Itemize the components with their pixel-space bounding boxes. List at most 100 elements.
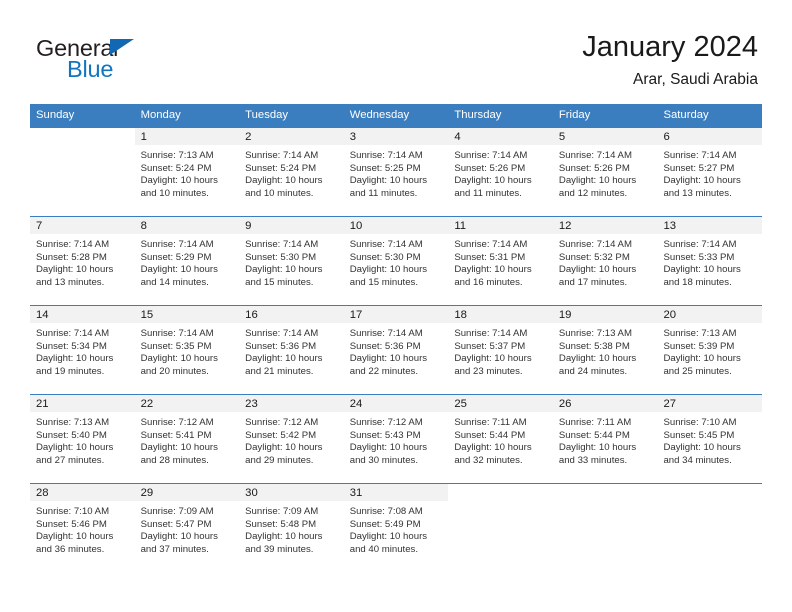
day-cell[interactable]: 21 Sunrise: 7:13 AM Sunset: 5:40 PM Dayl… bbox=[30, 395, 135, 483]
day-cell[interactable]: 26 Sunrise: 7:11 AM Sunset: 5:44 PM Dayl… bbox=[552, 395, 658, 483]
day-number: 10 bbox=[343, 217, 449, 234]
sunset-line: Sunset: 5:40 PM bbox=[36, 429, 107, 441]
day-cell[interactable]: 19 Sunrise: 7:13 AM Sunset: 5:38 PM Dayl… bbox=[552, 306, 658, 394]
daylight-line-cont: and 10 minutes. bbox=[140, 187, 209, 199]
day-cell[interactable]: 27 Sunrise: 7:10 AM Sunset: 5:45 PM Dayl… bbox=[657, 395, 763, 483]
sunrise-line: Sunrise: 7:08 AM bbox=[349, 506, 423, 517]
sunset-line: Sunset: 5:34 PM bbox=[36, 340, 107, 352]
daylight-line: Daylight: 10 hours bbox=[36, 353, 114, 365]
day-details: Sunrise: 7:08 AM Sunset: 5:49 PM Dayligh… bbox=[344, 501, 449, 556]
brand-logo[interactable]: General Blue bbox=[36, 36, 216, 86]
daylight-line-cont: and 22 minutes. bbox=[349, 365, 419, 377]
sunset-line: Sunset: 5:36 PM bbox=[245, 340, 317, 352]
day-cell[interactable]: 22 Sunrise: 7:12 AM Sunset: 5:41 PM Dayl… bbox=[134, 395, 240, 483]
daylight-line: Daylight: 10 hours bbox=[36, 531, 114, 543]
sunset-line: Sunset: 5:49 PM bbox=[349, 518, 421, 530]
day-cell[interactable]: 2 Sunrise: 7:14 AM Sunset: 5:24 PM Dayli… bbox=[239, 128, 344, 216]
day-cell[interactable]: 9 Sunrise: 7:14 AM Sunset: 5:30 PM Dayli… bbox=[239, 217, 344, 305]
daylight-line: Daylight: 10 hours bbox=[349, 353, 428, 365]
day-cell[interactable]: 18 Sunrise: 7:14 AM Sunset: 5:37 PM Dayl… bbox=[448, 306, 553, 394]
daylight-line: Daylight: 10 hours bbox=[245, 531, 323, 543]
sunrise-line: Sunrise: 7:13 AM bbox=[36, 417, 110, 428]
sunrise-line: Sunrise: 7:14 AM bbox=[454, 328, 528, 339]
daylight-line: Daylight: 10 hours bbox=[663, 264, 741, 276]
sunset-line: Sunset: 5:48 PM bbox=[245, 518, 317, 530]
day-cell[interactable]: 4 Sunrise: 7:14 AM Sunset: 5:26 PM Dayli… bbox=[448, 128, 553, 216]
day-cell[interactable]: 14 Sunrise: 7:14 AM Sunset: 5:34 PM Dayl… bbox=[30, 306, 135, 394]
daylight-line-cont: and 36 minutes. bbox=[36, 543, 105, 555]
daylight-line: Daylight: 10 hours bbox=[140, 531, 218, 543]
sunrise-line: Sunrise: 7:14 AM bbox=[558, 150, 632, 161]
daylight-line-cont: and 20 minutes. bbox=[140, 365, 209, 377]
sunset-line: Sunset: 5:41 PM bbox=[140, 429, 212, 441]
daylight-line-cont: and 17 minutes. bbox=[558, 276, 628, 288]
day-number: 6 bbox=[657, 128, 763, 145]
sunrise-line: Sunrise: 7:13 AM bbox=[558, 328, 632, 339]
daylight-line-cont: and 13 minutes. bbox=[36, 276, 105, 288]
day-cell[interactable]: 20 Sunrise: 7:13 AM Sunset: 5:39 PM Dayl… bbox=[657, 306, 763, 394]
day-cell[interactable]: 17 Sunrise: 7:14 AM Sunset: 5:36 PM Dayl… bbox=[343, 306, 449, 394]
day-cell[interactable]: 7 Sunrise: 7:14 AM Sunset: 5:28 PM Dayli… bbox=[30, 217, 135, 305]
day-cell[interactable]: 11 Sunrise: 7:14 AM Sunset: 5:31 PM Dayl… bbox=[448, 217, 553, 305]
day-number: 4 bbox=[448, 128, 553, 145]
daylight-line-cont: and 29 minutes. bbox=[245, 454, 314, 466]
sunset-line: Sunset: 5:45 PM bbox=[663, 429, 735, 441]
day-cell[interactable]: 25 Sunrise: 7:11 AM Sunset: 5:44 PM Dayl… bbox=[448, 395, 553, 483]
day-cell[interactable]: 8 Sunrise: 7:14 AM Sunset: 5:29 PM Dayli… bbox=[134, 217, 240, 305]
calendar-grid: Sunday Monday Tuesday Wednesday Thursday… bbox=[30, 104, 763, 572]
day-cell[interactable]: 3 Sunrise: 7:14 AM Sunset: 5:25 PM Dayli… bbox=[343, 128, 449, 216]
page-subtitle: Arar, Saudi Arabia bbox=[633, 71, 758, 88]
day-cell[interactable]: 13 Sunrise: 7:14 AM Sunset: 5:33 PM Dayl… bbox=[657, 217, 763, 305]
day-cell[interactable]: 12 Sunrise: 7:14 AM Sunset: 5:32 PM Dayl… bbox=[552, 217, 658, 305]
day-number bbox=[553, 484, 658, 501]
sunset-line: Sunset: 5:24 PM bbox=[245, 162, 317, 174]
sunset-line: Sunset: 5:28 PM bbox=[36, 251, 107, 263]
day-cell[interactable]: 28 Sunrise: 7:10 AM Sunset: 5:46 PM Dayl… bbox=[30, 484, 135, 572]
sunset-line: Sunset: 5:30 PM bbox=[245, 251, 317, 263]
day-cell[interactable]: 31 Sunrise: 7:08 AM Sunset: 5:49 PM Dayl… bbox=[343, 484, 449, 572]
day-details: Sunrise: 7:09 AM Sunset: 5:48 PM Dayligh… bbox=[239, 501, 344, 556]
daylight-line: Daylight: 10 hours bbox=[558, 264, 637, 276]
day-cell[interactable]: 24 Sunrise: 7:12 AM Sunset: 5:43 PM Dayl… bbox=[343, 395, 449, 483]
day-cell[interactable]: 15 Sunrise: 7:14 AM Sunset: 5:35 PM Dayl… bbox=[134, 306, 240, 394]
day-number: 19 bbox=[552, 306, 658, 323]
day-number: 14 bbox=[30, 306, 135, 323]
day-details: Sunrise: 7:14 AM Sunset: 5:26 PM Dayligh… bbox=[553, 145, 658, 200]
day-cell[interactable]: 16 Sunrise: 7:14 AM Sunset: 5:36 PM Dayl… bbox=[239, 306, 344, 394]
day-cell[interactable]: 29 Sunrise: 7:09 AM Sunset: 5:47 PM Dayl… bbox=[134, 484, 240, 572]
week-row: 7 Sunrise: 7:14 AM Sunset: 5:28 PM Dayli… bbox=[30, 216, 763, 305]
daylight-line: Daylight: 10 hours bbox=[558, 442, 637, 454]
day-details: Sunrise: 7:14 AM Sunset: 5:30 PM Dayligh… bbox=[344, 234, 449, 289]
day-cell[interactable]: 23 Sunrise: 7:12 AM Sunset: 5:42 PM Dayl… bbox=[239, 395, 344, 483]
blue-triangle-icon bbox=[110, 39, 134, 55]
sunset-line: Sunset: 5:47 PM bbox=[140, 518, 212, 530]
sunrise-line: Sunrise: 7:14 AM bbox=[245, 239, 319, 250]
day-cell[interactable]: 6 Sunrise: 7:14 AM Sunset: 5:27 PM Dayli… bbox=[657, 128, 763, 216]
day-details: Sunrise: 7:14 AM Sunset: 5:33 PM Dayligh… bbox=[657, 234, 762, 289]
day-number: 18 bbox=[448, 306, 553, 323]
weekday-header-wednesday: Wednesday bbox=[349, 109, 410, 121]
sunset-line: Sunset: 5:31 PM bbox=[454, 251, 526, 263]
day-number: 11 bbox=[448, 217, 553, 234]
sunrise-line: Sunrise: 7:14 AM bbox=[663, 150, 737, 161]
day-cell[interactable]: 30 Sunrise: 7:09 AM Sunset: 5:48 PM Dayl… bbox=[239, 484, 344, 572]
day-details: Sunrise: 7:14 AM Sunset: 5:36 PM Dayligh… bbox=[239, 323, 344, 378]
day-cell[interactable]: 1 Sunrise: 7:13 AM Sunset: 5:24 PM Dayli… bbox=[134, 128, 240, 216]
daylight-line: Daylight: 10 hours bbox=[454, 264, 532, 276]
day-number: 27 bbox=[657, 395, 763, 412]
daylight-line-cont: and 25 minutes. bbox=[663, 365, 732, 377]
day-number: 12 bbox=[552, 217, 658, 234]
weekday-header-row: Sunday Monday Tuesday Wednesday Thursday… bbox=[30, 104, 762, 127]
sunrise-line: Sunrise: 7:14 AM bbox=[36, 328, 110, 339]
daylight-line: Daylight: 10 hours bbox=[36, 442, 114, 454]
day-cell bbox=[30, 128, 135, 216]
sunset-line: Sunset: 5:37 PM bbox=[454, 340, 526, 352]
daylight-line: Daylight: 10 hours bbox=[245, 353, 323, 365]
sunrise-line: Sunrise: 7:14 AM bbox=[454, 239, 528, 250]
daylight-line: Daylight: 10 hours bbox=[245, 175, 323, 187]
daylight-line: Daylight: 10 hours bbox=[140, 353, 218, 365]
day-cell[interactable]: 10 Sunrise: 7:14 AM Sunset: 5:30 PM Dayl… bbox=[343, 217, 449, 305]
daylight-line-cont: and 30 minutes. bbox=[349, 454, 419, 466]
sunrise-line: Sunrise: 7:11 AM bbox=[454, 417, 527, 428]
day-cell[interactable]: 5 Sunrise: 7:14 AM Sunset: 5:26 PM Dayli… bbox=[552, 128, 658, 216]
